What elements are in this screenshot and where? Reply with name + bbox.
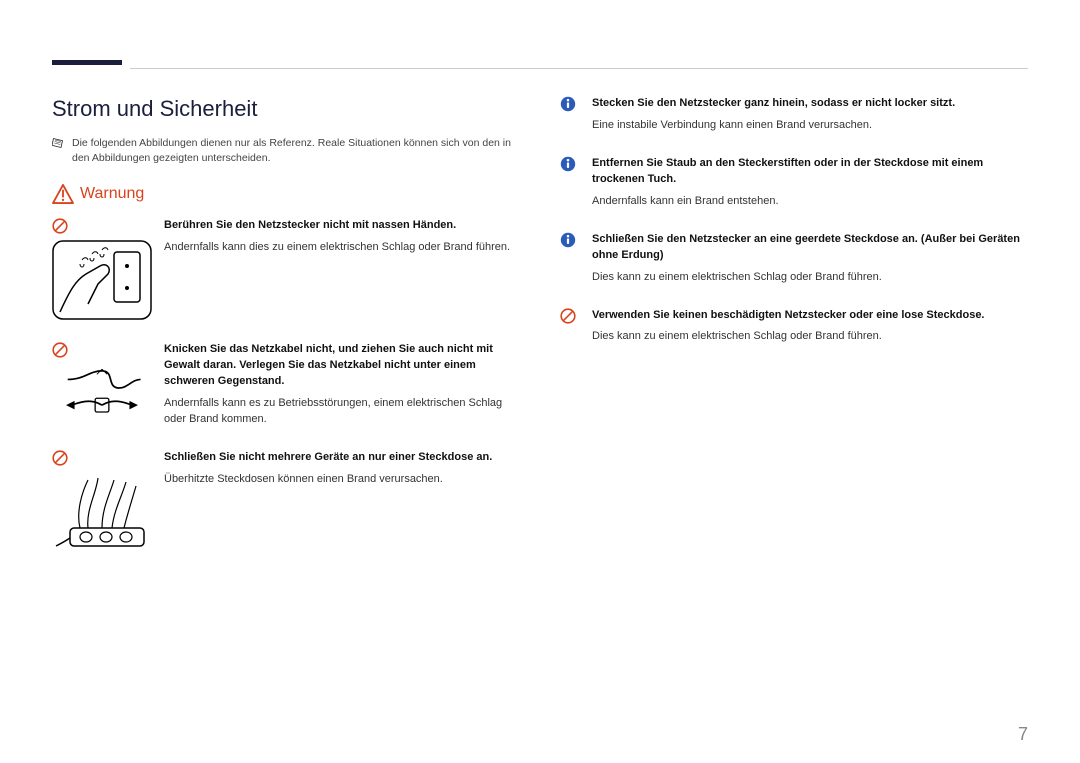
item-text: Schließen Sie den Netzstecker an eine ge…: [592, 232, 1028, 286]
safety-item: Verwenden Sie keinen beschädigten Netzst…: [560, 308, 1028, 346]
prohibit-icon: [560, 308, 576, 324]
item-body-text: Andernfalls kann es zu Betriebsstörungen…: [164, 396, 520, 428]
safety-item: Entfernen Sie Staub an den Steckerstifte…: [560, 156, 1028, 210]
warning-triangle-icon: [52, 184, 74, 204]
item-body-text: Andernfalls kann dies zu einem elektrisc…: [164, 240, 520, 256]
item-body-text: Überhitzte Steckdosen können einen Brand…: [164, 472, 520, 488]
safety-item: Schließen Sie den Netzstecker an eine ge…: [560, 232, 1028, 286]
right-column: Stecken Sie den Netzstecker ganz hinein,…: [560, 96, 1028, 574]
item-icon-col: [560, 232, 580, 286]
item-icon-col: [52, 450, 152, 552]
info-icon: [560, 232, 576, 248]
info-icon: [560, 156, 576, 172]
item-icon-col: [52, 218, 152, 320]
note-icon: [52, 137, 64, 151]
item-text: Knicken Sie das Netzkabel nicht, und zie…: [164, 342, 520, 428]
section-title: Strom und Sicherheit: [52, 96, 520, 122]
overloaded-outlet-illustration: [52, 472, 152, 552]
prohibit-icon: [52, 450, 68, 466]
item-bold-text: Schließen Sie den Netzstecker an eine ge…: [592, 232, 1028, 264]
item-text: Stecken Sie den Netzstecker ganz hinein,…: [592, 96, 1028, 134]
item-bold-text: Berühren Sie den Netzstecker nicht mit n…: [164, 218, 520, 234]
item-bold-text: Knicken Sie das Netzkabel nicht, und zie…: [164, 342, 520, 390]
item-body-text: Andernfalls kann ein Brand entstehen.: [592, 194, 1028, 210]
warning-label: Warnung: [80, 185, 144, 203]
bent-cable-illustration: [52, 364, 152, 424]
item-bold-text: Verwenden Sie keinen beschädigten Netzst…: [592, 308, 1028, 324]
safety-item: Berühren Sie den Netzstecker nicht mit n…: [52, 218, 520, 320]
content-area: Strom und Sicherheit Die folgenden Abbil…: [52, 96, 1028, 574]
item-icon-col: [560, 308, 580, 346]
item-icon-col: [560, 96, 580, 134]
reference-note-row: Die folgenden Abbildungen dienen nur als…: [52, 136, 520, 166]
item-bold-text: Schließen Sie nicht mehrere Geräte an nu…: [164, 450, 520, 466]
item-text: Verwenden Sie keinen beschädigten Netzst…: [592, 308, 1028, 346]
item-icon-col: [52, 342, 152, 428]
item-text: Entfernen Sie Staub an den Steckerstifte…: [592, 156, 1028, 210]
header-accent-bar: [52, 60, 122, 65]
safety-item: Stecken Sie den Netzstecker ganz hinein,…: [560, 96, 1028, 134]
item-text: Schließen Sie nicht mehrere Geräte an nu…: [164, 450, 520, 552]
item-body-text: Dies kann zu einem elektrischen Schlag o…: [592, 329, 1028, 345]
safety-item: Schließen Sie nicht mehrere Geräte an nu…: [52, 450, 520, 552]
item-body-text: Dies kann zu einem elektrischen Schlag o…: [592, 270, 1028, 286]
item-text: Berühren Sie den Netzstecker nicht mit n…: [164, 218, 520, 320]
wet-hands-plug-illustration: [52, 240, 152, 320]
left-column: Strom und Sicherheit Die folgenden Abbil…: [52, 96, 520, 574]
item-bold-text: Entfernen Sie Staub an den Steckerstifte…: [592, 156, 1028, 188]
reference-note-text: Die folgenden Abbildungen dienen nur als…: [72, 136, 520, 166]
item-body-text: Eine instabile Verbindung kann einen Bra…: [592, 118, 1028, 134]
prohibit-icon: [52, 342, 68, 358]
info-icon: [560, 96, 576, 112]
page-number: 7: [1018, 724, 1028, 745]
prohibit-icon: [52, 218, 68, 234]
item-bold-text: Stecken Sie den Netzstecker ganz hinein,…: [592, 96, 1028, 112]
safety-item: Knicken Sie das Netzkabel nicht, und zie…: [52, 342, 520, 428]
header-rule: [130, 68, 1028, 69]
warning-heading: Warnung: [52, 184, 520, 204]
item-icon-col: [560, 156, 580, 210]
